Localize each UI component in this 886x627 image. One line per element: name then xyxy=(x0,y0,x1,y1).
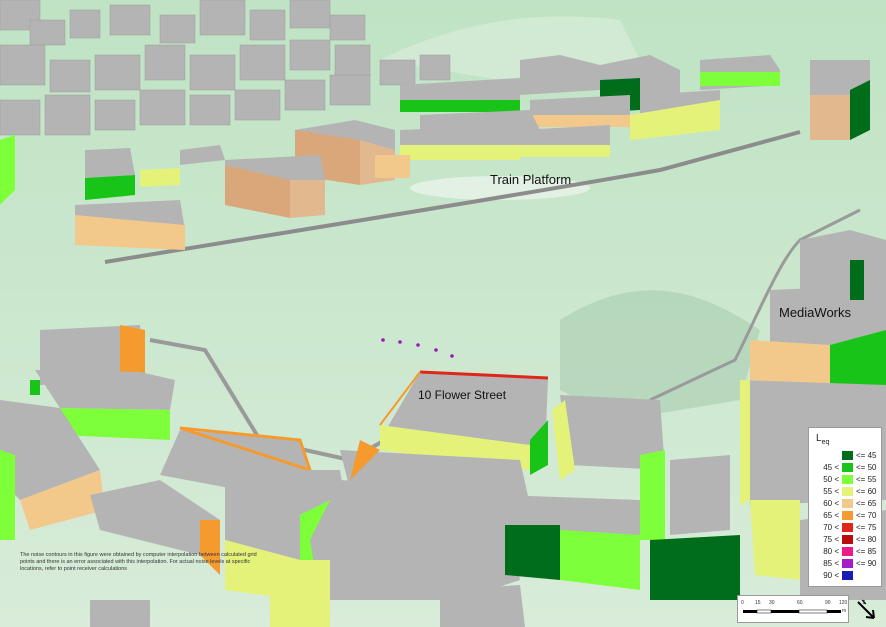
interpolation-note: The noise contours in this figure were o… xyxy=(20,552,257,572)
scale-tick: 30 xyxy=(769,600,775,606)
legend-swatch xyxy=(842,499,853,508)
legend-high: <= 55 xyxy=(856,475,877,484)
scale-tick: 90 xyxy=(825,600,831,606)
legend-high: <= 45 xyxy=(856,451,877,460)
scale-tick: 120 xyxy=(839,600,848,606)
legend-row: <= 45 xyxy=(809,450,883,461)
legend-row: 65 < <= 70 xyxy=(809,510,883,521)
legend-high: <= 80 xyxy=(856,535,877,544)
legend-row: 85 < <= 90 xyxy=(809,558,883,569)
north-arrow-icon xyxy=(857,599,875,619)
legend-high: <= 50 xyxy=(856,463,877,472)
noise-legend: Leq <= 45 45 < <= 50 50 < <= 55 55 < <= 60 60 <… xyxy=(808,427,882,587)
legend-row: 45 < <= 50 xyxy=(809,462,883,473)
scale-unit: m xyxy=(842,608,847,614)
legend-swatch xyxy=(842,511,853,520)
legend-low: 45 < xyxy=(823,463,839,472)
legend-swatch xyxy=(842,547,853,556)
legend-row: 90 < xyxy=(809,570,883,581)
legend-title: Leq xyxy=(816,433,829,446)
legend-row: 75 < <= 80 xyxy=(809,534,883,545)
legend-low: 50 < xyxy=(823,475,839,484)
legend-high: <= 85 xyxy=(856,547,877,556)
flower-street-label: 10 Flower Street xyxy=(418,388,507,402)
legend-high: <= 60 xyxy=(856,487,877,496)
legend-swatch xyxy=(842,571,853,580)
legend-swatch xyxy=(842,463,853,472)
legend-row: 55 < <= 60 xyxy=(809,486,883,497)
legend-row: 50 < <= 55 xyxy=(809,474,883,485)
scale-tick: 60 xyxy=(797,600,803,606)
legend-low: 85 < xyxy=(823,559,839,568)
train-platform-label: Train Platform xyxy=(490,172,572,187)
legend-swatch xyxy=(842,487,853,496)
terrain-scene xyxy=(0,0,886,627)
noise-map: Train Platform MediaWorks 10 Flower Stre… xyxy=(0,0,886,627)
scale-tick: 0 xyxy=(741,600,744,606)
legend-row: 60 < <= 65 xyxy=(809,498,883,509)
legend-low: 90 < xyxy=(823,571,839,580)
legend-row: 70 < <= 75 xyxy=(809,522,883,533)
legend-swatch xyxy=(842,475,853,484)
legend-low: 70 < xyxy=(823,523,839,532)
legend-swatch xyxy=(842,559,853,568)
legend-high: <= 65 xyxy=(856,499,877,508)
scale-bar: 0 15 30 60 90 120 m xyxy=(737,595,849,623)
legend-high: <= 90 xyxy=(856,559,877,568)
legend-low: 80 < xyxy=(823,547,839,556)
legend-title-sub: eq xyxy=(821,439,830,446)
legend-swatch xyxy=(842,523,853,532)
legend-low: 75 < xyxy=(823,535,839,544)
legend-low: 60 < xyxy=(823,499,839,508)
mediaworks-label: MediaWorks xyxy=(779,305,852,320)
scale-tick: 15 xyxy=(755,600,761,606)
legend-low: 65 < xyxy=(823,511,839,520)
legend-high: <= 75 xyxy=(856,523,877,532)
legend-swatch xyxy=(842,451,853,460)
legend-swatch xyxy=(842,535,853,544)
legend-low: 55 < xyxy=(823,487,839,496)
legend-row: 80 < <= 85 xyxy=(809,546,883,557)
legend-high: <= 70 xyxy=(856,511,877,520)
